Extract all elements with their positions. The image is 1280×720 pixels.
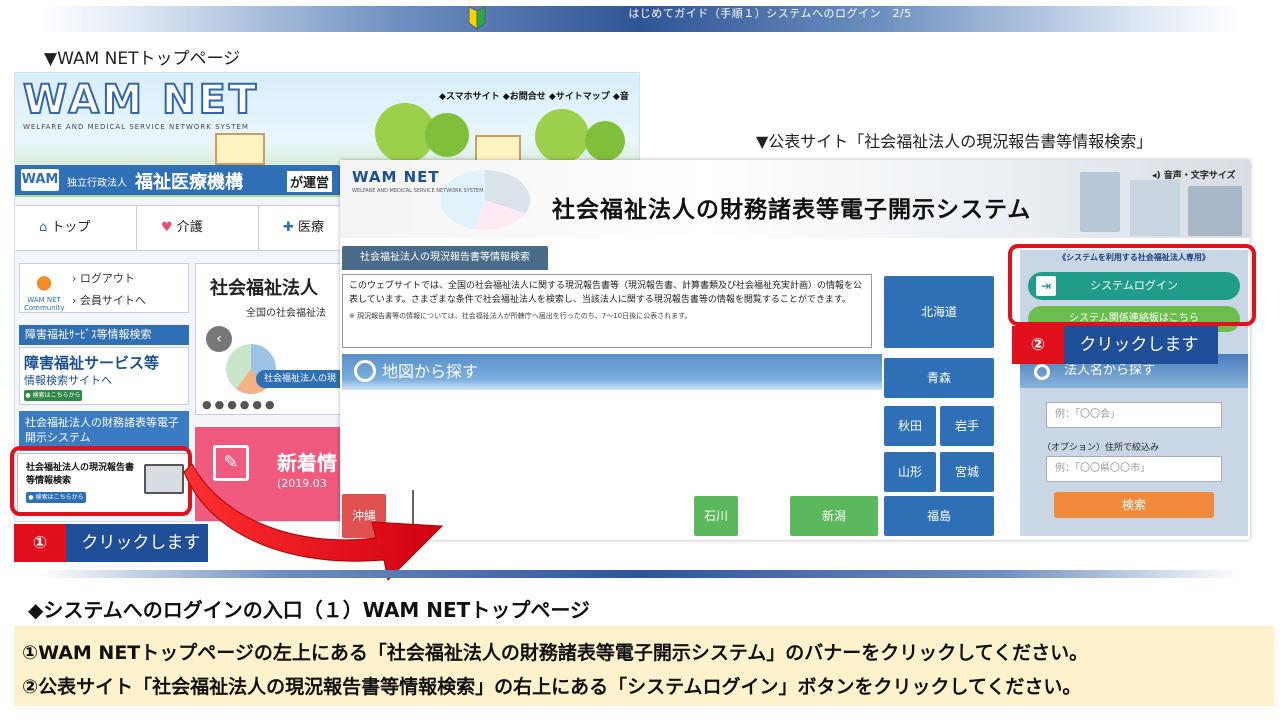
pref-aomori[interactable]: 青森 xyxy=(884,358,994,398)
wam-org-type: 独立行政法人 xyxy=(67,178,127,189)
logout-link[interactable]: › ログアウト xyxy=(72,270,135,286)
section-divider xyxy=(40,570,1240,578)
wam-org-name: 福祉医療機構 xyxy=(135,172,243,193)
pref-miyagi[interactable]: 宮城 xyxy=(940,452,994,492)
pub-logo[interactable]: WAM NET xyxy=(352,168,440,186)
callout-label: クリックします xyxy=(1079,335,1199,355)
wam-org-bar: WAM 独立行政法人 福祉医療機構 が運営 xyxy=(15,165,341,195)
callout-number: ② xyxy=(1012,326,1064,364)
pref-niigata[interactable]: 新潟 xyxy=(790,496,878,536)
slider-title: 社会福祉法人 xyxy=(210,278,318,299)
nav-item-label: トップ xyxy=(51,220,91,235)
callout-number: ① xyxy=(14,524,66,562)
pref-akita[interactable]: 秋田 xyxy=(884,406,936,446)
slider-subtitle: 全国の社会福祉法 xyxy=(246,308,326,319)
pref-hokkaido[interactable]: 北海道 xyxy=(884,276,994,348)
wam-section-label: ▼WAM NETトップページ xyxy=(44,49,241,69)
slider-dots[interactable]: ●●●●●● xyxy=(202,398,278,411)
financial-disclosure-banner[interactable]: 社会福祉法人の財務諸表等電子開示システム xyxy=(19,411,189,451)
nav-item-top[interactable]: ⌂ トップ xyxy=(15,206,137,250)
wam-top-links[interactable]: ◆スマホサイト ◆お問合せ ◆サイトマップ ◆音 xyxy=(439,89,629,102)
pub-logo-subtitle: WELFARE AND MEDICAL SERVICE NETWORK SYST… xyxy=(352,188,484,194)
pub-section-label: ▼公表サイト「社会福祉法人の現況報告書等情報検索」 xyxy=(756,132,1153,151)
nav-item-care[interactable]: ♥ 介護 xyxy=(137,206,259,250)
wam-slider[interactable]: 社会福祉法人 全国の社会福祉法 社会福祉法人の現 ‹ ●●●●●● xyxy=(195,263,345,415)
instruction-1: ①WAM NETトップページの左上にある「社会福祉法人の財務諸表等電子開示システ… xyxy=(22,642,1089,664)
banner-search-button[interactable]: ● 検索はこちらから xyxy=(24,390,82,401)
notice-note: ※ 現況報告書等の情報については、社会福祉法人が所轄庁へ届出を行ったのち、7～1… xyxy=(349,312,692,320)
community-icon: WAM NET Community xyxy=(24,270,65,312)
search-button[interactable]: 検索 xyxy=(1054,492,1214,518)
address-input[interactable]: 例：「〇〇県〇〇市」 xyxy=(1046,456,1222,482)
pref-iwate[interactable]: 岩手 xyxy=(940,406,994,446)
disability-search-header: 障害福祉ｻｰﾋﾞｽ等情報検索 xyxy=(19,325,189,345)
wam-logo[interactable]: WAM NET xyxy=(22,76,259,124)
nav-item-label: 介護 xyxy=(176,220,203,235)
home-icon: ⌂ xyxy=(39,220,48,235)
pref-fukushima[interactable]: 福島 xyxy=(884,496,994,536)
slider-prev-icon[interactable]: ‹ xyxy=(206,326,232,352)
care-icon: ♥ xyxy=(161,220,173,235)
banner-title: 障害福祉サービス等 xyxy=(24,354,160,372)
magnifier-icon xyxy=(1034,364,1050,380)
nav-item-label: 医療 xyxy=(298,220,325,235)
curved-arrow-icon xyxy=(183,463,444,582)
notice-text: このウェブサイトでは、全国の社会福祉法人に関する現況報告書等（現況報告書、計算書… xyxy=(349,281,863,305)
magnifier-icon xyxy=(354,360,376,382)
member-box: WAM NET Community › ログアウト › 会員サイトへ xyxy=(19,263,189,313)
banner-subtitle: 情報検索サイトへ xyxy=(24,374,112,387)
status-report-tab[interactable]: 社会福祉法人の現況報告書等情報検索 xyxy=(342,246,548,270)
pub-notice: このウェブサイトでは、全国の社会福祉法人に関する現況報告書等（現況報告書、計算書… xyxy=(342,274,872,348)
address-filter-label: （オプション）住所で絞込み xyxy=(1042,443,1160,453)
pub-header: WAM NET WELFARE AND MEDICAL SERVICE NETW… xyxy=(340,160,1250,238)
highlight-banner-1 xyxy=(10,446,192,516)
voice-text-size-link[interactable]: ◂) 音声・文字サイズ xyxy=(1152,168,1236,181)
click-callout-2: ② クリックします xyxy=(1012,326,1218,364)
wam-logo-subtitle: WELFARE AND MEDICAL SERVICE NETWORK SYST… xyxy=(23,123,249,131)
slider-tag: 社会福祉法人の現 xyxy=(256,370,344,388)
pref-ishikawa[interactable]: 石川 xyxy=(694,496,738,536)
member-site-link[interactable]: › 会員サイトへ xyxy=(72,292,146,308)
map-search-header: 地図から探す xyxy=(342,354,882,390)
corp-name-input[interactable]: 例：「〇〇会」 xyxy=(1046,402,1222,428)
medical-icon: ✚ xyxy=(283,220,294,235)
section-heading: ◆システムへのログインの入口（１）WAM NETトップページ xyxy=(28,598,590,622)
wam-org-logo: WAM xyxy=(21,169,59,191)
wam-org-tail: が運営 xyxy=(287,171,333,192)
pub-system-title: 社会福祉法人の財務諸表等電子開示システム xyxy=(552,197,1032,223)
instructions-box: ①WAM NETトップページの左上にある「社会福祉法人の財務諸表等電子開示システ… xyxy=(14,626,1274,706)
instruction-2: ②公表サイト「社会福祉法人の現況報告書等情報検索」の右上にある「システムログイン… xyxy=(22,676,1082,698)
top-banner-title: はじめてガイド（手順１）システムへのログイン 2/5 xyxy=(628,7,912,20)
highlight-login-2 xyxy=(1008,244,1256,326)
click-callout-1: ① クリックします xyxy=(14,524,208,562)
disability-search-banner[interactable]: 障害福祉サービス等 情報検索サイトへ ● 検索はこちらから xyxy=(19,347,189,405)
pref-yamagata[interactable]: 山形 xyxy=(884,452,936,492)
